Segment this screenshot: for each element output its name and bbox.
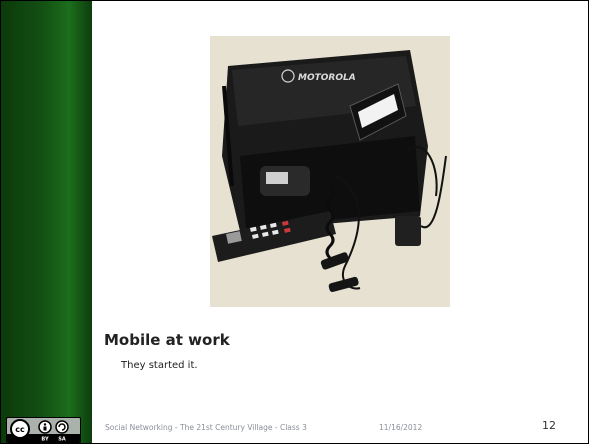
photo-illustration: MOTOROLA <box>210 36 450 307</box>
slide: MOTOROLA Mobile at work They started it.… <box>0 0 589 444</box>
slide-number: 12 <box>542 419 556 432</box>
slide-body-text: They started it. <box>121 360 198 371</box>
share-alike-icon <box>55 420 69 434</box>
motorola-bag-phone-photo: MOTOROLA <box>210 36 450 307</box>
footer-date: 11/16/2012 <box>379 423 423 432</box>
sa-label: SA <box>58 437 66 443</box>
brand-label: MOTOROLA <box>298 73 356 83</box>
creative-commons-badge[interactable]: cc BY SA <box>6 417 81 443</box>
left-green-band <box>1 1 92 443</box>
slide-title: Mobile at work <box>104 331 230 349</box>
cc-by-sa-icon: cc BY SA <box>7 419 80 443</box>
cc-badge-label: cc <box>15 425 25 434</box>
by-label: BY <box>41 437 49 443</box>
footer-text: Social Networking - The 21st Century Vil… <box>105 423 307 432</box>
